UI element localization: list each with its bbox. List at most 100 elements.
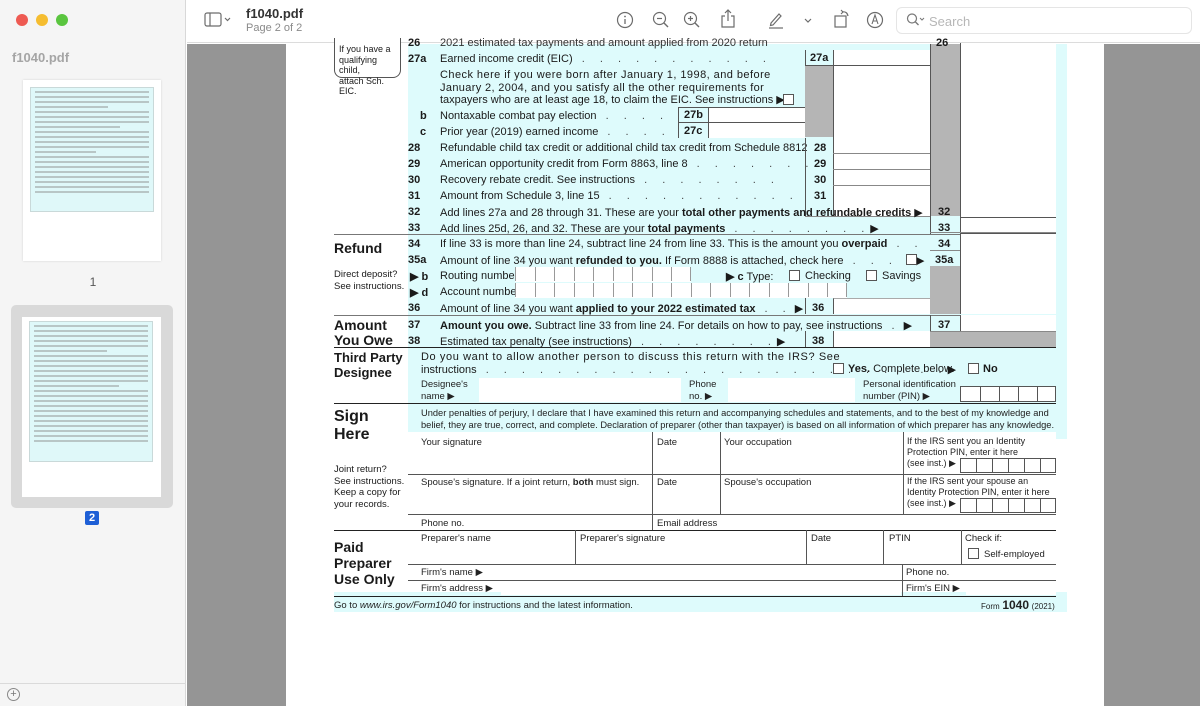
line-38-num: 38 xyxy=(408,335,421,347)
amount-field-34[interactable] xyxy=(960,234,1056,250)
ip-pin-field[interactable] xyxy=(960,458,1056,473)
amount-field-38[interactable] xyxy=(833,331,930,347)
plus-circle-icon[interactable]: + xyxy=(7,688,20,701)
amount-field-27b[interactable] xyxy=(708,107,805,123)
line-27a-num: 27a xyxy=(408,53,427,65)
preparer-signature-field[interactable] xyxy=(580,544,803,563)
preparer-signature-label: Preparer's signature xyxy=(580,533,666,544)
page-number-1: 1 xyxy=(89,275,97,289)
amount-you-owe-title: Amount You Owe xyxy=(334,317,393,348)
ptin-label: PTIN xyxy=(889,533,911,544)
line-26-num: 26 xyxy=(408,37,421,49)
search-field[interactable]: Search xyxy=(896,7,1192,34)
your-signature-field[interactable] xyxy=(421,448,651,474)
firm-name-field[interactable] xyxy=(491,565,901,579)
line-30-text: Recovery rebate credit. See instructions… xyxy=(440,174,780,186)
close-button[interactable] xyxy=(16,14,28,26)
phone-field[interactable] xyxy=(466,516,650,530)
zoom-button[interactable] xyxy=(56,14,68,26)
line-31-num: 31 xyxy=(408,190,421,202)
spouse-occupation-field[interactable] xyxy=(724,488,900,513)
preparer-name-field[interactable] xyxy=(421,544,571,563)
markup-pen-icon[interactable] xyxy=(767,11,785,35)
box-label-32: 32 xyxy=(938,206,951,218)
amount-field-27a[interactable] xyxy=(833,50,930,66)
your-occupation-field[interactable] xyxy=(724,448,900,474)
amount-field-27c[interactable] xyxy=(708,123,805,138)
amount-field-32[interactable] xyxy=(960,217,1056,232)
checking-checkbox[interactable] xyxy=(789,270,800,281)
third-party-designee-title: Third Party Designee xyxy=(334,350,403,380)
designee-no-checkbox[interactable] xyxy=(968,363,979,374)
ptin-field[interactable] xyxy=(889,544,959,563)
chevron-down-icon[interactable] xyxy=(803,11,813,35)
sidebar-doc-title: f1040.pdf xyxy=(12,50,70,65)
search-placeholder: Search xyxy=(929,14,971,29)
box-label-26: 26 xyxy=(936,37,949,49)
box-label-38: 38 xyxy=(812,335,825,347)
box-label-30: 30 xyxy=(814,174,827,186)
preparer-date-field[interactable] xyxy=(811,544,881,563)
line-27a-text: Earned income credit (EIC) . . . . . . .… xyxy=(440,53,772,65)
checking-label: Checking xyxy=(805,270,851,282)
sidebar-toggle-icon[interactable] xyxy=(204,11,232,35)
box-label-34: 34 xyxy=(938,238,951,250)
email-field[interactable] xyxy=(722,516,1056,530)
amount-column-27-31 xyxy=(833,66,930,217)
designee-pin-field[interactable] xyxy=(960,386,1056,402)
rotate-icon[interactable] xyxy=(833,9,851,35)
line-35b-num: ▶ b xyxy=(410,271,429,283)
amount-field-26[interactable] xyxy=(960,43,1056,217)
eic-note-bubble: If you have a qualifying child, attach Sch… xyxy=(334,38,401,96)
form-8888-checkbox[interactable] xyxy=(906,254,917,265)
firm-name-label: Firm's name ▶ xyxy=(421,567,483,578)
page-number-2: 2 xyxy=(85,511,99,525)
designee-phone-field[interactable] xyxy=(728,378,855,402)
annotate-icon[interactable] xyxy=(866,11,884,35)
share-icon[interactable] xyxy=(720,9,736,35)
line-29-text: American opportunity credit from Form 88… xyxy=(440,158,815,170)
firm-address-field[interactable] xyxy=(501,581,901,595)
zoom-out-icon[interactable] xyxy=(652,11,670,35)
minimize-button[interactable] xyxy=(36,14,48,26)
sign-here-title: Sign Here xyxy=(334,408,370,443)
amount-column-35 xyxy=(960,266,1056,314)
designee-yes-label: Yes. Complete below. xyxy=(848,363,955,375)
perjury-statement: Under penalties of perjury, I declare th… xyxy=(421,408,1055,430)
amount-field-36[interactable] xyxy=(833,298,930,314)
designee-name-field[interactable] xyxy=(479,378,681,402)
page-thumbnail-1[interactable] xyxy=(23,80,161,261)
line-35a-num: 35a xyxy=(408,254,427,266)
firm-phone-label: Phone no. xyxy=(906,567,950,578)
savings-checkbox[interactable] xyxy=(866,270,877,281)
line-35d-num: ▶ d xyxy=(410,287,429,299)
page-thumbnail-2[interactable] xyxy=(22,317,161,497)
routing-number-field[interactable] xyxy=(515,267,691,282)
info-icon[interactable] xyxy=(616,11,634,35)
designee-question: Do you want to allow another person to d… xyxy=(421,351,841,363)
spouse-date-field[interactable] xyxy=(657,488,717,513)
line-26-text: 2021 estimated tax payments and amount a… xyxy=(440,37,768,49)
eic-age-checkbox[interactable] xyxy=(783,94,794,105)
form-1040-page-2: If you have a qualifying child, attach Sch… xyxy=(286,37,1104,706)
spouse-ip-pin-field[interactable] xyxy=(960,498,1056,513)
spouse-signature-field[interactable] xyxy=(421,488,651,513)
gray-col-26-31 xyxy=(930,44,960,216)
phone-label: Phone no. xyxy=(421,518,465,529)
line-35b-text: Routing number xyxy=(440,270,519,282)
firm-ein-field[interactable] xyxy=(966,581,1056,595)
designee-no-label: No xyxy=(983,363,998,375)
firm-phone-field[interactable] xyxy=(956,565,1056,579)
amount-field-35a[interactable] xyxy=(960,250,1056,266)
account-number-field[interactable] xyxy=(515,283,847,298)
self-employed-checkbox[interactable] xyxy=(968,548,979,559)
box-label-36: 36 xyxy=(812,302,825,314)
spouse-date-label: Date xyxy=(657,477,678,488)
designee-yes-checkbox[interactable] xyxy=(833,363,844,374)
eic-note: If you have a qualifying child, attach Sch… xyxy=(339,44,391,96)
box-label-27b: 27b xyxy=(684,109,703,121)
zoom-in-icon[interactable] xyxy=(683,11,701,35)
line-30-num: 30 xyxy=(408,174,421,186)
amount-field-37[interactable] xyxy=(960,315,1056,331)
your-date-field[interactable] xyxy=(657,448,717,474)
